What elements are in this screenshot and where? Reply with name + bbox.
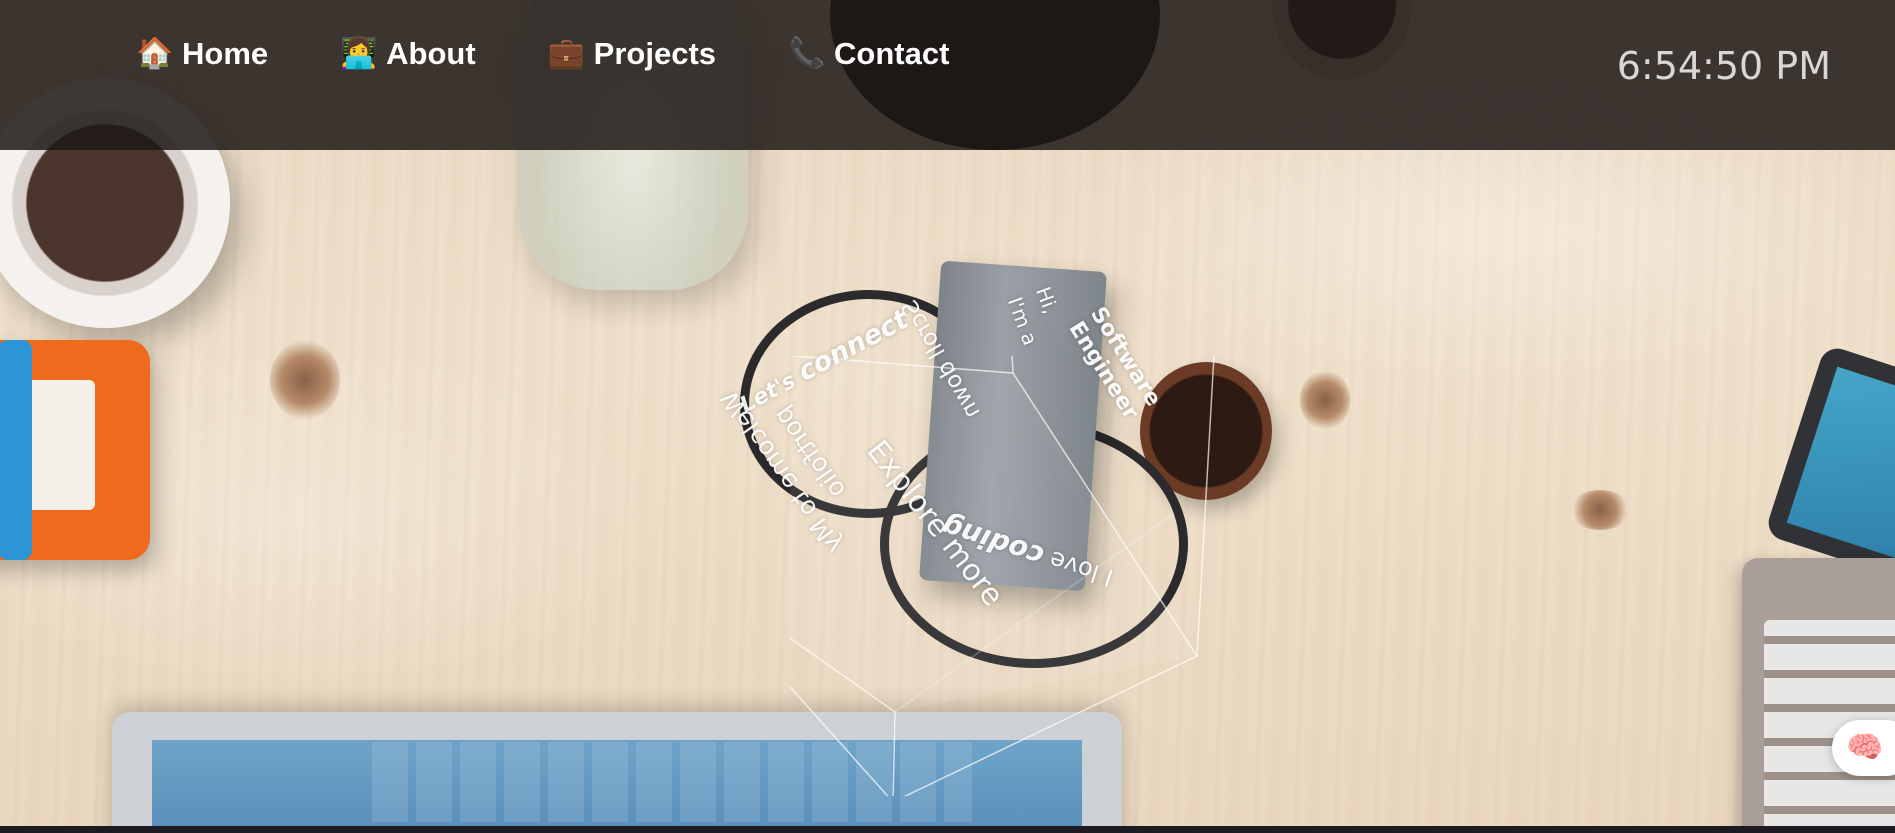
nav-home-label: Home: [182, 36, 269, 71]
briefcase-icon: 💼: [547, 37, 586, 70]
keyboard-image: [1742, 558, 1895, 826]
phone-icon: 📞: [788, 37, 826, 70]
nav-projects-label: Projects: [593, 36, 717, 71]
person-laptop-icon: 👩‍💻: [340, 37, 378, 70]
brain-icon: 🧠: [1846, 731, 1884, 764]
nav-contact-label: Contact: [834, 36, 950, 71]
bottom-edge: [0, 826, 1895, 833]
wood-knot: [1570, 490, 1630, 530]
hard-drive-image: [0, 340, 150, 560]
wood-knot: [270, 340, 340, 420]
nav-about-label: About: [386, 36, 476, 71]
nav-projects-link[interactable]: 💼 Projects: [548, 36, 716, 72]
brain-chat-button[interactable]: 🧠: [1832, 720, 1895, 776]
text-cube: Scroll down Let's connect Hi, I'm a Soft…: [715, 284, 1390, 796]
house-icon: 🏠: [136, 37, 174, 70]
nav-about-link[interactable]: 👩‍💻 About: [340, 36, 476, 72]
nav-links: 🏠 Home 👩‍💻 About 💼 Projects 📞 Contact: [136, 36, 1021, 72]
clock-display: 6:54:50 PM: [1616, 44, 1831, 88]
nav-contact-link[interactable]: 📞 Contact: [788, 36, 949, 72]
top-navbar: 🏠 Home 👩‍💻 About 💼 Projects 📞 Contact 6:…: [0, 0, 1895, 150]
nav-home-link[interactable]: 🏠 Home: [136, 36, 268, 72]
